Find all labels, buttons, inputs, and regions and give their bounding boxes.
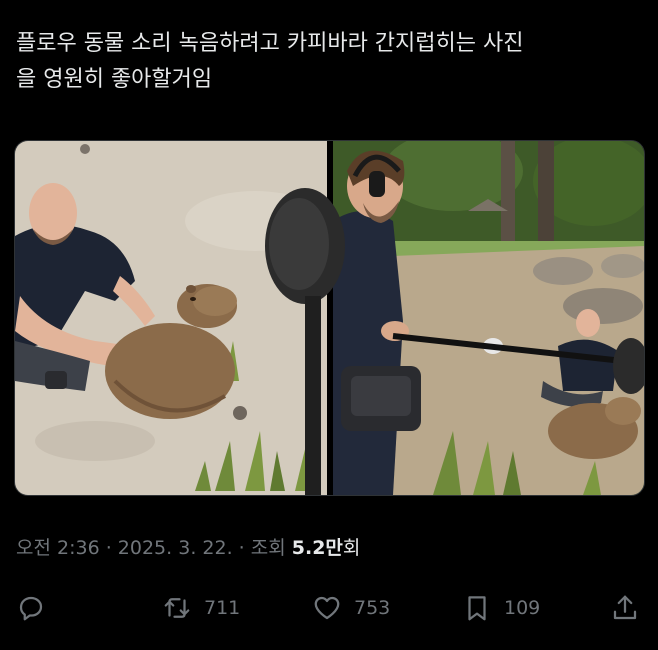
like-icon bbox=[312, 593, 342, 623]
tweet-actions: 711 753 109 bbox=[0, 588, 658, 628]
retweet-icon bbox=[162, 593, 192, 623]
views-count: 5.2만 bbox=[291, 537, 343, 559]
tweet-date[interactable]: 2025. 3. 22. bbox=[118, 537, 233, 559]
retweet-button[interactable]: 711 bbox=[162, 588, 240, 628]
like-button[interactable]: 753 bbox=[312, 588, 390, 628]
retweet-count: 711 bbox=[204, 597, 241, 619]
meta-separator: · bbox=[232, 537, 251, 559]
reply-icon bbox=[16, 593, 46, 623]
share-icon bbox=[610, 593, 640, 623]
views-unit: 회 bbox=[342, 537, 361, 559]
tweet-meta: 오전 2:36 · 2025. 3. 22. · 조회 5.2만회 bbox=[16, 533, 360, 560]
tweet-text-line-1: 플로우 동물 소리 녹음하려고 카피바라 간지럽히는 사진 bbox=[16, 31, 524, 56]
reply-button[interactable] bbox=[16, 588, 58, 628]
share-button[interactable] bbox=[610, 588, 640, 628]
bookmark-icon bbox=[462, 593, 492, 623]
like-count: 753 bbox=[354, 597, 391, 619]
meta-separator: · bbox=[99, 537, 118, 559]
tweet-text-line-2: 을 영원히 좋아할거임 bbox=[16, 67, 213, 92]
tweet-text: 플로우 동물 소리 녹음하려고 카피바라 간지럽히는 사진 을 영원히 좋아할거… bbox=[16, 26, 646, 98]
media-grid bbox=[14, 140, 645, 496]
photo-boom-mic-recording[interactable] bbox=[333, 141, 644, 495]
views-label: 조회 bbox=[250, 537, 292, 559]
bookmark-count: 109 bbox=[504, 597, 541, 619]
bookmark-button[interactable]: 109 bbox=[462, 588, 540, 628]
tweet-time[interactable]: 오전 2:36 bbox=[16, 537, 100, 559]
